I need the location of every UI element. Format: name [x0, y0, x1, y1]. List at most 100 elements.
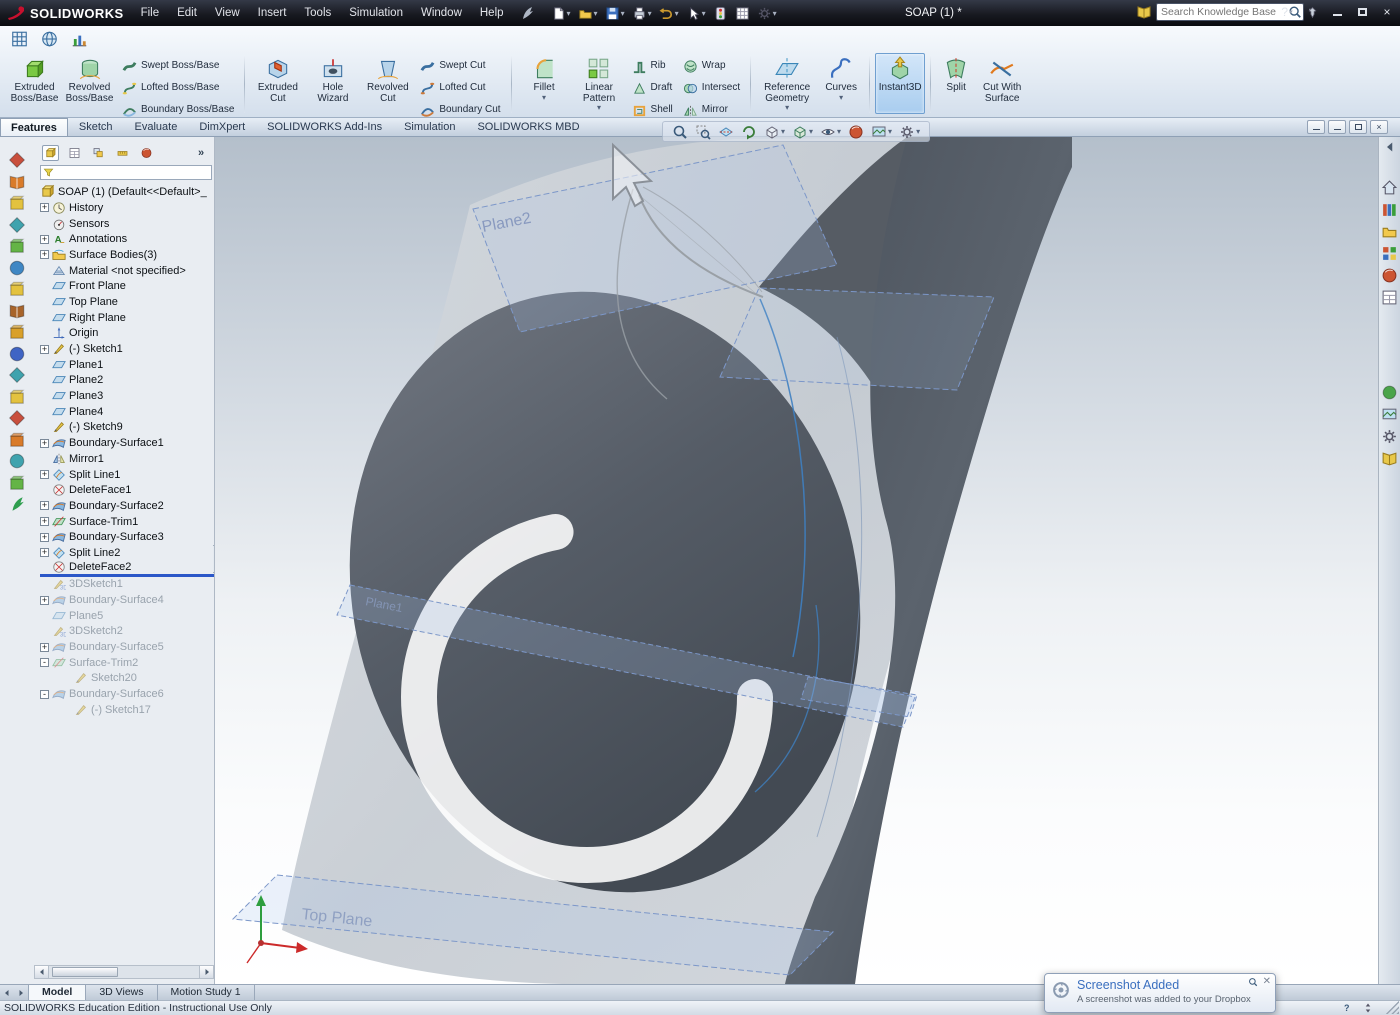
- tree-item[interactable]: + Boundary-Surface5: [40, 639, 214, 655]
- rotate-view-icon[interactable]: [741, 124, 757, 140]
- study-tab[interactable]: Model: [28, 985, 86, 1001]
- undo-button[interactable]: [657, 3, 681, 23]
- quick-tool-chart-icon[interactable]: [70, 30, 89, 48]
- scroll-left-button[interactable]: [35, 966, 49, 978]
- draft-button[interactable]: Draft: [627, 79, 678, 98]
- notification-settings-icon[interactable]: [1248, 977, 1258, 987]
- menu-item[interactable]: Help: [471, 0, 513, 26]
- solidworks-resources-icon[interactable]: [1381, 179, 1398, 196]
- displaymanager-tab-icon[interactable]: [138, 145, 155, 161]
- tree-item[interactable]: + Boundary-Surface2: [40, 498, 214, 514]
- expander-icon[interactable]: +: [40, 345, 49, 354]
- tree-item[interactable]: DeleteFace2: [40, 561, 214, 577]
- propertymanager-tab-icon[interactable]: [66, 145, 83, 161]
- left-toolbar-icon[interactable]: [8, 474, 26, 492]
- expander-icon[interactable]: +: [40, 533, 49, 542]
- command-tab[interactable]: DimXpert: [188, 118, 256, 136]
- extruded-cut-button[interactable]: Extruded Cut: [250, 53, 305, 114]
- lofted-cut-button[interactable]: Lofted Cut: [415, 79, 505, 98]
- settings-icon[interactable]: [1381, 428, 1398, 445]
- quick-tool-web-icon[interactable]: [40, 30, 59, 48]
- menu-item[interactable]: Tools: [295, 0, 340, 26]
- lofted-boss-button[interactable]: Lofted Boss/Base: [117, 79, 239, 98]
- tab-scroll-left-button[interactable]: [0, 986, 14, 1000]
- command-tab[interactable]: Simulation: [393, 118, 466, 136]
- minimize-button[interactable]: [1327, 3, 1347, 21]
- swept-cut-button[interactable]: Swept Cut: [415, 57, 505, 76]
- expander-icon[interactable]: +: [40, 250, 49, 259]
- expander-icon[interactable]: +: [40, 643, 49, 652]
- expander-icon[interactable]: +: [40, 203, 49, 212]
- view-palette-icon[interactable]: [1381, 245, 1398, 262]
- tree-item[interactable]: Right Plane: [40, 310, 214, 326]
- tree-item[interactable]: Plane3: [40, 388, 214, 404]
- graphics-viewport[interactable]: Plane2 Plane1 Top Plane: [214, 137, 1378, 984]
- notification-close-icon[interactable]: ✕: [1263, 977, 1271, 987]
- doc-minimize-button[interactable]: [1328, 120, 1346, 134]
- scroll-thumb[interactable]: [52, 967, 118, 977]
- options-button[interactable]: [755, 3, 779, 23]
- linear-pattern-button[interactable]: Linear Pattern: [572, 53, 627, 114]
- menu-item[interactable]: View: [206, 0, 249, 26]
- file-explorer-icon[interactable]: [1381, 223, 1398, 240]
- menu-item[interactable]: Insert: [249, 0, 296, 26]
- left-toolbar-icon[interactable]: [8, 345, 26, 363]
- doc-restore-button[interactable]: [1349, 120, 1367, 134]
- tree-item[interactable]: + History: [40, 200, 214, 216]
- resize-grip[interactable]: [1386, 1001, 1399, 1014]
- command-tab[interactable]: Sketch: [68, 118, 124, 136]
- design-library-icon[interactable]: [1381, 201, 1398, 218]
- left-toolbar-icon[interactable]: [8, 173, 26, 191]
- left-toolbar-icon[interactable]: [8, 151, 26, 169]
- quick-tool-table-icon[interactable]: [10, 30, 29, 48]
- select-button[interactable]: [684, 3, 708, 23]
- tree-item[interactable]: + Surface-Trim1: [40, 514, 214, 530]
- tree-item[interactable]: + A Annotations: [40, 231, 214, 247]
- study-tab[interactable]: Motion Study 1: [158, 985, 255, 1001]
- tab-scroll-right-button[interactable]: [14, 986, 28, 1000]
- expander-icon[interactable]: +: [40, 596, 49, 605]
- tree-root-item[interactable]: SOAP (1) (Default<<Default>_: [40, 184, 207, 199]
- tree-item[interactable]: 3D 3DSketch2: [40, 624, 214, 640]
- expander-icon[interactable]: +: [40, 439, 49, 448]
- pin-button[interactable]: [1302, 3, 1322, 21]
- menu-item[interactable]: Window: [412, 0, 471, 26]
- tree-item[interactable]: Sketch20: [40, 671, 214, 687]
- display-style-icon[interactable]: [792, 124, 813, 140]
- print-button[interactable]: [630, 3, 654, 23]
- tree-item[interactable]: Material <not specified>: [40, 263, 214, 279]
- expander-icon[interactable]: +: [40, 470, 49, 479]
- tree-item[interactable]: + Split Line1: [40, 467, 214, 483]
- swept-boss-button[interactable]: Swept Boss/Base: [117, 57, 239, 76]
- expander-icon[interactable]: -: [40, 658, 49, 667]
- scroll-right-button[interactable]: [199, 966, 213, 978]
- tree-item[interactable]: + Split Line2: [40, 545, 214, 561]
- save-button[interactable]: [603, 3, 627, 23]
- curves-button[interactable]: Curves: [818, 53, 864, 114]
- view-orientation-icon[interactable]: [764, 124, 785, 140]
- left-toolbar-icon[interactable]: [8, 302, 26, 320]
- help-button[interactable]: ?: [1277, 3, 1297, 21]
- zoom-fit-icon[interactable]: [672, 124, 688, 140]
- fillet-button[interactable]: Fillet: [517, 53, 572, 114]
- tree-filter-input[interactable]: [56, 167, 209, 179]
- zoom-area-icon[interactable]: [695, 124, 711, 140]
- left-toolbar-icon[interactable]: [8, 259, 26, 277]
- dimxpertmanager-tab-icon[interactable]: [114, 145, 131, 161]
- tree-header-chevron[interactable]: »: [198, 147, 204, 159]
- featuremanager-tab-icon[interactable]: [42, 145, 59, 161]
- expander-icon[interactable]: +: [40, 517, 49, 526]
- left-toolbar-icon[interactable]: [8, 409, 26, 427]
- tree-item[interactable]: Plane2: [40, 373, 214, 389]
- tree-item[interactable]: Origin: [40, 326, 214, 342]
- hide-show-items-icon[interactable]: [820, 124, 841, 140]
- forum-icon[interactable]: [1381, 384, 1398, 401]
- left-toolbar-icon[interactable]: [8, 323, 26, 341]
- expander-icon[interactable]: +: [40, 235, 49, 244]
- tree-item[interactable]: - Boundary-Surface6: [40, 686, 214, 702]
- expand-statusbar-icon[interactable]: [1362, 1002, 1374, 1014]
- tree-item[interactable]: + Boundary-Surface4: [40, 592, 214, 608]
- left-toolbar-icon[interactable]: [8, 237, 26, 255]
- study-tab[interactable]: 3D Views: [86, 985, 157, 1001]
- tree-item[interactable]: Top Plane: [40, 294, 214, 310]
